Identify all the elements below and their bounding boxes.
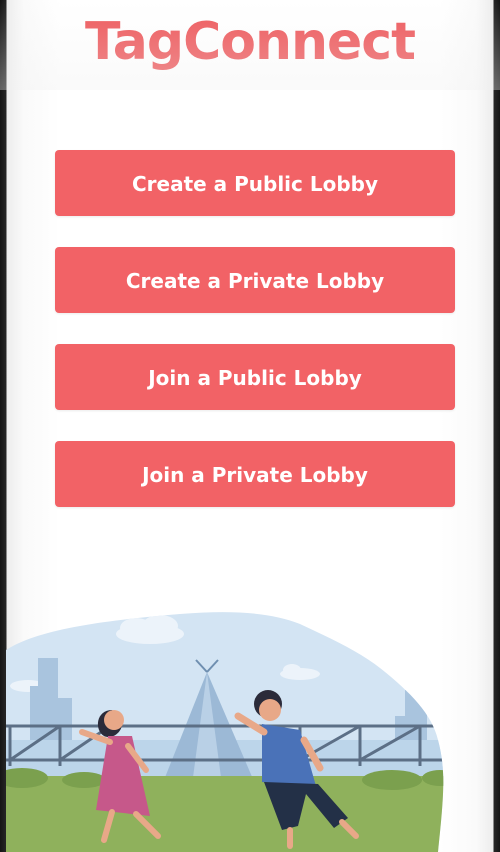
grass xyxy=(6,776,444,852)
join-private-lobby-button[interactable]: Join a Private Lobby xyxy=(55,441,455,507)
create-private-lobby-button[interactable]: Create a Private Lobby xyxy=(55,247,455,313)
lobby-menu: Create a Public Lobby Create a Private L… xyxy=(55,150,455,538)
app-screen: TagConnect Create a Public Lobby Create … xyxy=(0,0,500,852)
app-title: TagConnect xyxy=(85,12,416,72)
create-public-lobby-button[interactable]: Create a Public Lobby xyxy=(55,150,455,216)
join-public-lobby-button[interactable]: Join a Public Lobby xyxy=(55,344,455,410)
kids-playing-illustration xyxy=(6,612,444,852)
